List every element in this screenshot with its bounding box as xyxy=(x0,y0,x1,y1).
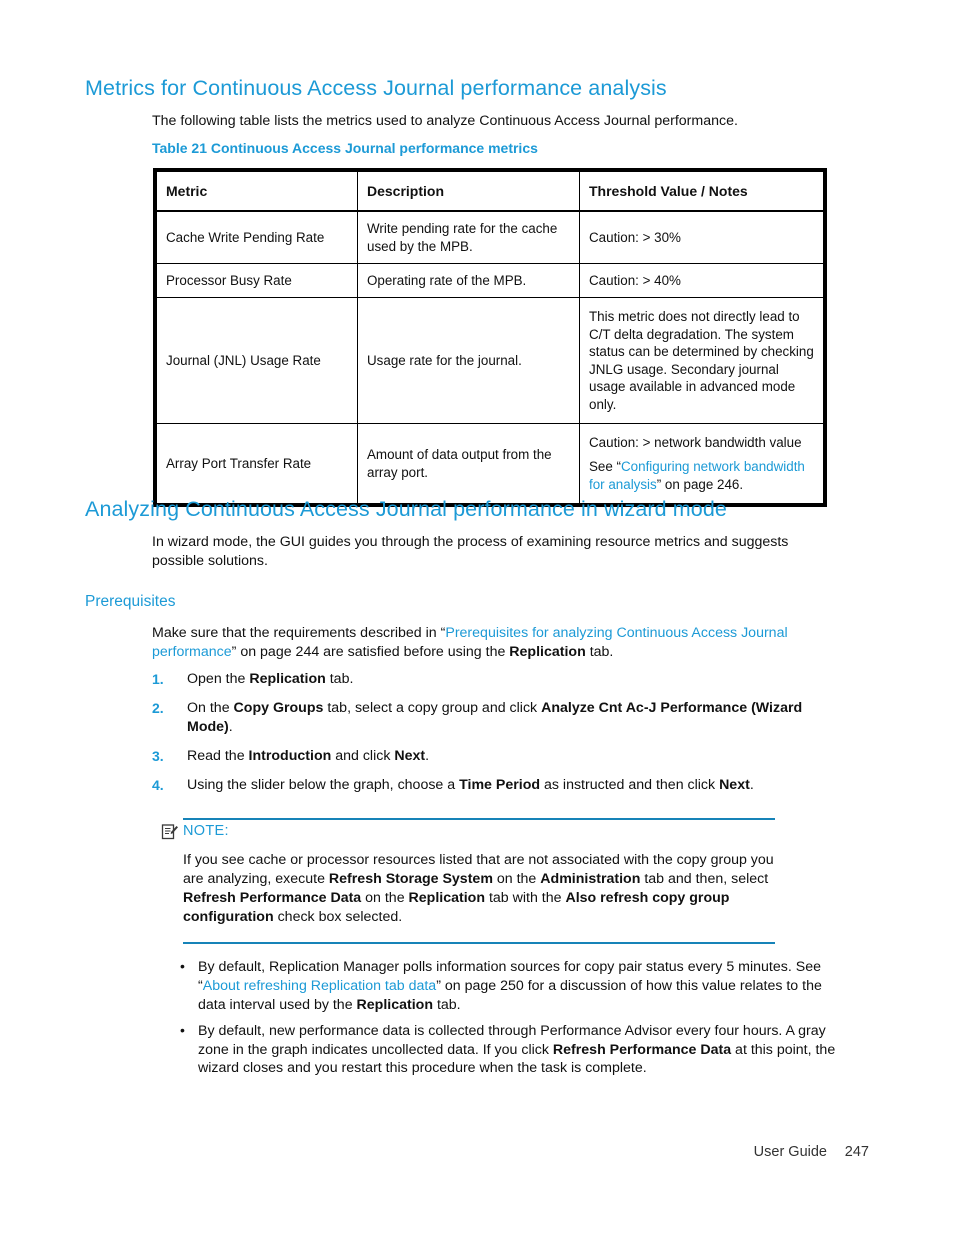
threshold-caution-line: Caution: > network bandwidth value xyxy=(589,434,802,450)
step-number: 3. xyxy=(152,747,164,764)
threshold-reference-line: See “Configuring network bandwidth for a… xyxy=(589,458,814,493)
note-body-text: If you see cache or processor resources … xyxy=(183,851,775,927)
cell-threshold: Caution: > network bandwidth value See “… xyxy=(579,422,824,505)
footer-page-number: 247 xyxy=(844,1144,869,1160)
text-run: tab. xyxy=(325,671,354,687)
emphasis-term: Administration xyxy=(540,870,641,887)
step-text: Read the Introduction and click Next. xyxy=(187,748,429,764)
text-run: Using the slider below the graph, choose… xyxy=(187,776,460,793)
emphasis-term: Refresh Storage System xyxy=(328,870,493,887)
note-bottom-rule xyxy=(183,941,775,944)
prerequisites-heading: Prerequisites xyxy=(85,593,176,610)
text-run: . xyxy=(749,776,754,793)
list-item: 2. On the Copy Groups tab, select a copy… xyxy=(152,699,842,737)
step-text: Open the Replication tab. xyxy=(187,671,353,687)
table-row: Processor Busy Rate Operating rate of th… xyxy=(156,263,824,299)
table-row: Cache Write Pending Rate Write pending r… xyxy=(156,210,824,265)
list-item: 1. Open the Replication tab. xyxy=(152,670,842,689)
bullet-marker: • xyxy=(180,1021,185,1038)
cell-description: Amount of data output from the array por… xyxy=(357,422,580,505)
emphasis-term: Replication xyxy=(356,996,433,1013)
emphasis-term: Next xyxy=(394,747,426,764)
section2-intro-paragraph: In wizard mode, the GUI guides you throu… xyxy=(152,534,789,569)
emphasis-term: Time Period xyxy=(459,776,541,793)
note-pencil-icon xyxy=(161,823,179,841)
prereq-prefix: Make sure that the requirements describe… xyxy=(152,625,446,641)
prerequisites-paragraph: Make sure that the requirements describe… xyxy=(152,624,842,662)
emphasis-term: Copy Groups xyxy=(233,699,324,716)
cross-reference-link[interactable]: About refreshing Replication tab data xyxy=(203,978,436,994)
prereq-bold-term: Replication xyxy=(509,643,586,660)
text-run: on the xyxy=(361,889,409,906)
metrics-table: Metric Description Threshold Value / Not… xyxy=(156,171,824,505)
prereq-suffix: tab. xyxy=(585,643,614,660)
text-run: tab with the xyxy=(485,889,566,906)
bullet-marker: • xyxy=(180,958,185,974)
emphasis-term: Next xyxy=(719,776,750,793)
section-heading-analyzing: Analyzing Continuous Access Journal perf… xyxy=(85,497,727,521)
list-item: • By default, Replication Manager polls … xyxy=(178,958,838,1015)
cell-description: Operating rate of the MPB. xyxy=(357,263,580,299)
bullet-text: By default, Replication Manager polls in… xyxy=(198,959,822,1013)
text-run: and click xyxy=(331,747,395,764)
reference-suffix: ” on page 246. xyxy=(656,476,744,492)
list-item: • By default, new performance data is co… xyxy=(178,1022,838,1079)
bulleted-list: • By default, Replication Manager polls … xyxy=(178,958,838,1085)
table-row: Journal (JNL) Usage Rate Usage rate for … xyxy=(156,297,824,424)
section-heading-metrics: Metrics for Continuous Access Journal pe… xyxy=(85,76,667,100)
step-text: On the Copy Groups tab, select a copy gr… xyxy=(187,700,802,735)
footer-label: User Guide xyxy=(753,1144,827,1160)
text-run: On the xyxy=(187,699,234,716)
bullet-text: By default, new performance data is coll… xyxy=(198,1023,835,1077)
emphasis-term: Refresh Performance Data xyxy=(552,1041,732,1058)
cell-description: Write pending rate for the cache used by… xyxy=(357,210,580,265)
step-text: Using the slider below the graph, choose… xyxy=(187,777,754,793)
emphasis-term: Replication xyxy=(408,889,486,906)
text-run: Open the xyxy=(187,671,250,687)
list-item: 3. Read the Introduction and click Next. xyxy=(152,747,842,766)
reference-prefix: See “ xyxy=(589,459,622,475)
emphasis-term: Refresh Performance Data xyxy=(183,889,362,906)
document-page: Metrics for Continuous Access Journal pe… xyxy=(0,0,954,1235)
note-label: NOTE: xyxy=(183,823,229,839)
cell-metric: Array Port Transfer Rate xyxy=(156,422,358,505)
text-run: tab and then, select xyxy=(640,870,769,887)
step-number: 2. xyxy=(152,699,164,716)
text-run: tab. xyxy=(433,996,461,1013)
table-caption: Table 21 Continuous Access Journal perfo… xyxy=(152,140,538,156)
text-run: Read the xyxy=(187,747,249,764)
list-item: 4. Using the slider below the graph, cho… xyxy=(152,776,842,795)
metrics-table-container: Metric Description Threshold Value / Not… xyxy=(153,168,827,508)
prereq-middle: ” on page 244 are satisfied before using… xyxy=(231,643,510,660)
cell-metric: Cache Write Pending Rate xyxy=(156,210,358,265)
step-number: 4. xyxy=(152,776,164,793)
table-header-row: Metric Description Threshold Value / Not… xyxy=(156,171,824,213)
step-number: 1. xyxy=(152,671,164,687)
table-row: Array Port Transfer Rate Amount of data … xyxy=(156,422,824,505)
column-header-metric: Metric xyxy=(156,171,358,213)
numbered-steps-list: 1. Open the Replication tab. 2. On the C… xyxy=(152,670,842,804)
text-run: tab, select a copy group and click xyxy=(323,699,542,716)
column-header-description: Description xyxy=(357,171,580,213)
cell-threshold: This metric does not directly lead to C/… xyxy=(579,297,824,424)
emphasis-term: Replication xyxy=(249,671,326,687)
text-run: as instructed and then click xyxy=(540,776,720,793)
cell-description: Usage rate for the journal. xyxy=(357,297,580,424)
text-run: on the xyxy=(492,870,541,887)
note-callout: NOTE: If you see cache or processor reso… xyxy=(161,818,775,944)
text-run: . xyxy=(425,747,430,764)
column-header-threshold: Threshold Value / Notes xyxy=(579,171,824,213)
note-top-rule xyxy=(183,818,775,820)
section-intro-paragraph: The following table lists the metrics us… xyxy=(152,113,738,129)
emphasis-term: Introduction xyxy=(248,747,332,764)
cell-metric: Journal (JNL) Usage Rate xyxy=(156,297,358,424)
cell-threshold: Caution: > 30% xyxy=(579,210,824,265)
cell-threshold: Caution: > 40% xyxy=(579,263,824,299)
text-run: . xyxy=(228,718,233,735)
text-run: check box selected. xyxy=(273,908,403,925)
cell-metric: Processor Busy Rate xyxy=(156,263,358,299)
